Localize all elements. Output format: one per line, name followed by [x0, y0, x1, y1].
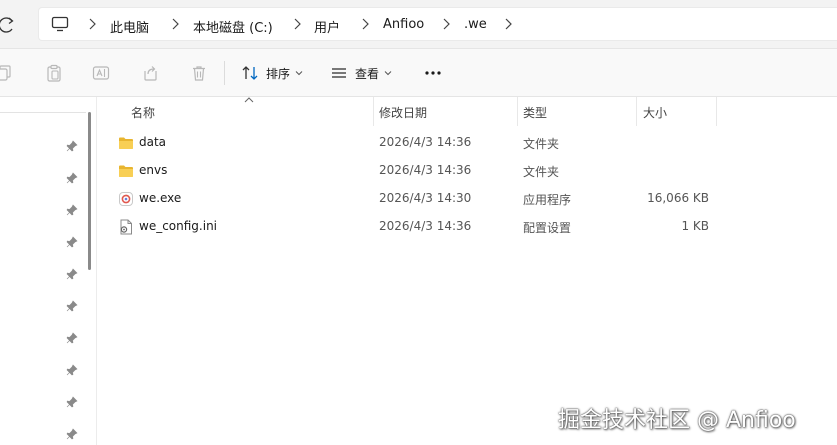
pin-icon[interactable] [66, 140, 78, 152]
pin-icon[interactable] [66, 268, 78, 280]
column-divider[interactable] [716, 97, 717, 126]
rename-icon[interactable] [92, 64, 110, 82]
computer-icon[interactable] [51, 16, 69, 32]
chevron-right-icon[interactable] [292, 17, 302, 31]
column-date-modified[interactable]: 修改日期 [379, 104, 427, 121]
pin-icon[interactable] [66, 236, 78, 248]
file-size: 16,066 KB [647, 191, 709, 205]
refresh-icon[interactable] [0, 15, 16, 35]
pin-icon[interactable] [66, 300, 78, 312]
column-name[interactable]: 名称 [131, 104, 155, 121]
folder-icon [119, 137, 133, 149]
breadcrumb-item-we[interactable]: .we [464, 17, 487, 32]
file-row[interactable]: we_config.ini 2026/4/3 14:36 配置设置 1 KB [97, 213, 837, 241]
sort-label: 排序 [266, 66, 291, 81]
delete-icon[interactable] [190, 64, 208, 82]
watermark: 掘金技术社区 @ Anfioo [558, 408, 796, 433]
breadcrumb[interactable]: 此电脑 本地磁盘 (C:) 用户 Anfioo .we [38, 7, 837, 41]
sort-icon [242, 66, 258, 80]
nav-scrollbar[interactable] [88, 112, 91, 270]
column-header: 名称 修改日期 类型 大小 [97, 97, 837, 127]
column-divider[interactable] [373, 97, 374, 126]
file-row[interactable]: data 2026/4/3 14:36 文件夹 [97, 129, 837, 157]
column-divider[interactable] [636, 97, 637, 126]
copy-icon[interactable] [0, 64, 12, 82]
file-date: 2026/4/3 14:36 [379, 163, 472, 177]
column-type[interactable]: 类型 [523, 104, 547, 121]
file-name: envs [139, 163, 168, 177]
pin-icon[interactable] [66, 204, 78, 216]
sort-ascending-icon [244, 97, 254, 103]
pin-icon[interactable] [66, 332, 78, 344]
column-size[interactable]: 大小 [643, 104, 667, 121]
pin-icon[interactable] [66, 364, 78, 376]
share-icon[interactable] [141, 64, 159, 82]
file-row[interactable]: we.exe 2026/4/3 14:30 应用程序 16,066 KB [97, 185, 837, 213]
file-type: 文件夹 [523, 165, 560, 179]
view-button[interactable]: 查看 [330, 62, 392, 84]
file-date: 2026/4/3 14:36 [379, 135, 472, 149]
navigation-pane [0, 97, 97, 445]
pin-icon[interactable] [66, 396, 78, 408]
file-size: 1 KB [681, 219, 709, 233]
nav-divider [0, 112, 86, 113]
command-bar: 排序 查看 [0, 49, 837, 97]
address-bar: 此电脑 本地磁盘 (C:) 用户 Anfioo .we [0, 0, 837, 49]
chevron-right-icon[interactable] [87, 17, 97, 31]
more-options-icon[interactable] [424, 64, 442, 82]
paste-icon[interactable] [45, 64, 63, 82]
sort-button[interactable]: 排序 [241, 62, 303, 84]
folder-icon [119, 165, 133, 177]
toolbar-divider [224, 61, 225, 85]
view-label: 查看 [355, 66, 380, 81]
pin-icon[interactable] [66, 428, 78, 440]
breadcrumb-item-this-pc[interactable]: 此电脑 [110, 17, 149, 36]
chevron-down-icon [384, 71, 392, 76]
column-divider[interactable] [517, 97, 518, 126]
breadcrumb-item-anfioo[interactable]: Anfioo [383, 17, 424, 32]
view-icon [332, 68, 346, 78]
file-type: 文件夹 [523, 137, 560, 151]
chevron-right-icon[interactable] [360, 17, 370, 31]
chevron-right-icon[interactable] [503, 17, 513, 31]
chevron-right-icon[interactable] [170, 17, 180, 31]
file-row[interactable]: envs 2026/4/3 14:36 文件夹 [97, 157, 837, 185]
chevron-down-icon [295, 71, 303, 76]
breadcrumb-item-users[interactable]: 用户 [314, 17, 340, 36]
pin-icon[interactable] [66, 172, 78, 184]
file-name: data [139, 135, 167, 149]
chevron-right-icon[interactable] [441, 17, 451, 31]
breadcrumb-item-local-disk[interactable]: 本地磁盘 (C:) [193, 17, 273, 36]
